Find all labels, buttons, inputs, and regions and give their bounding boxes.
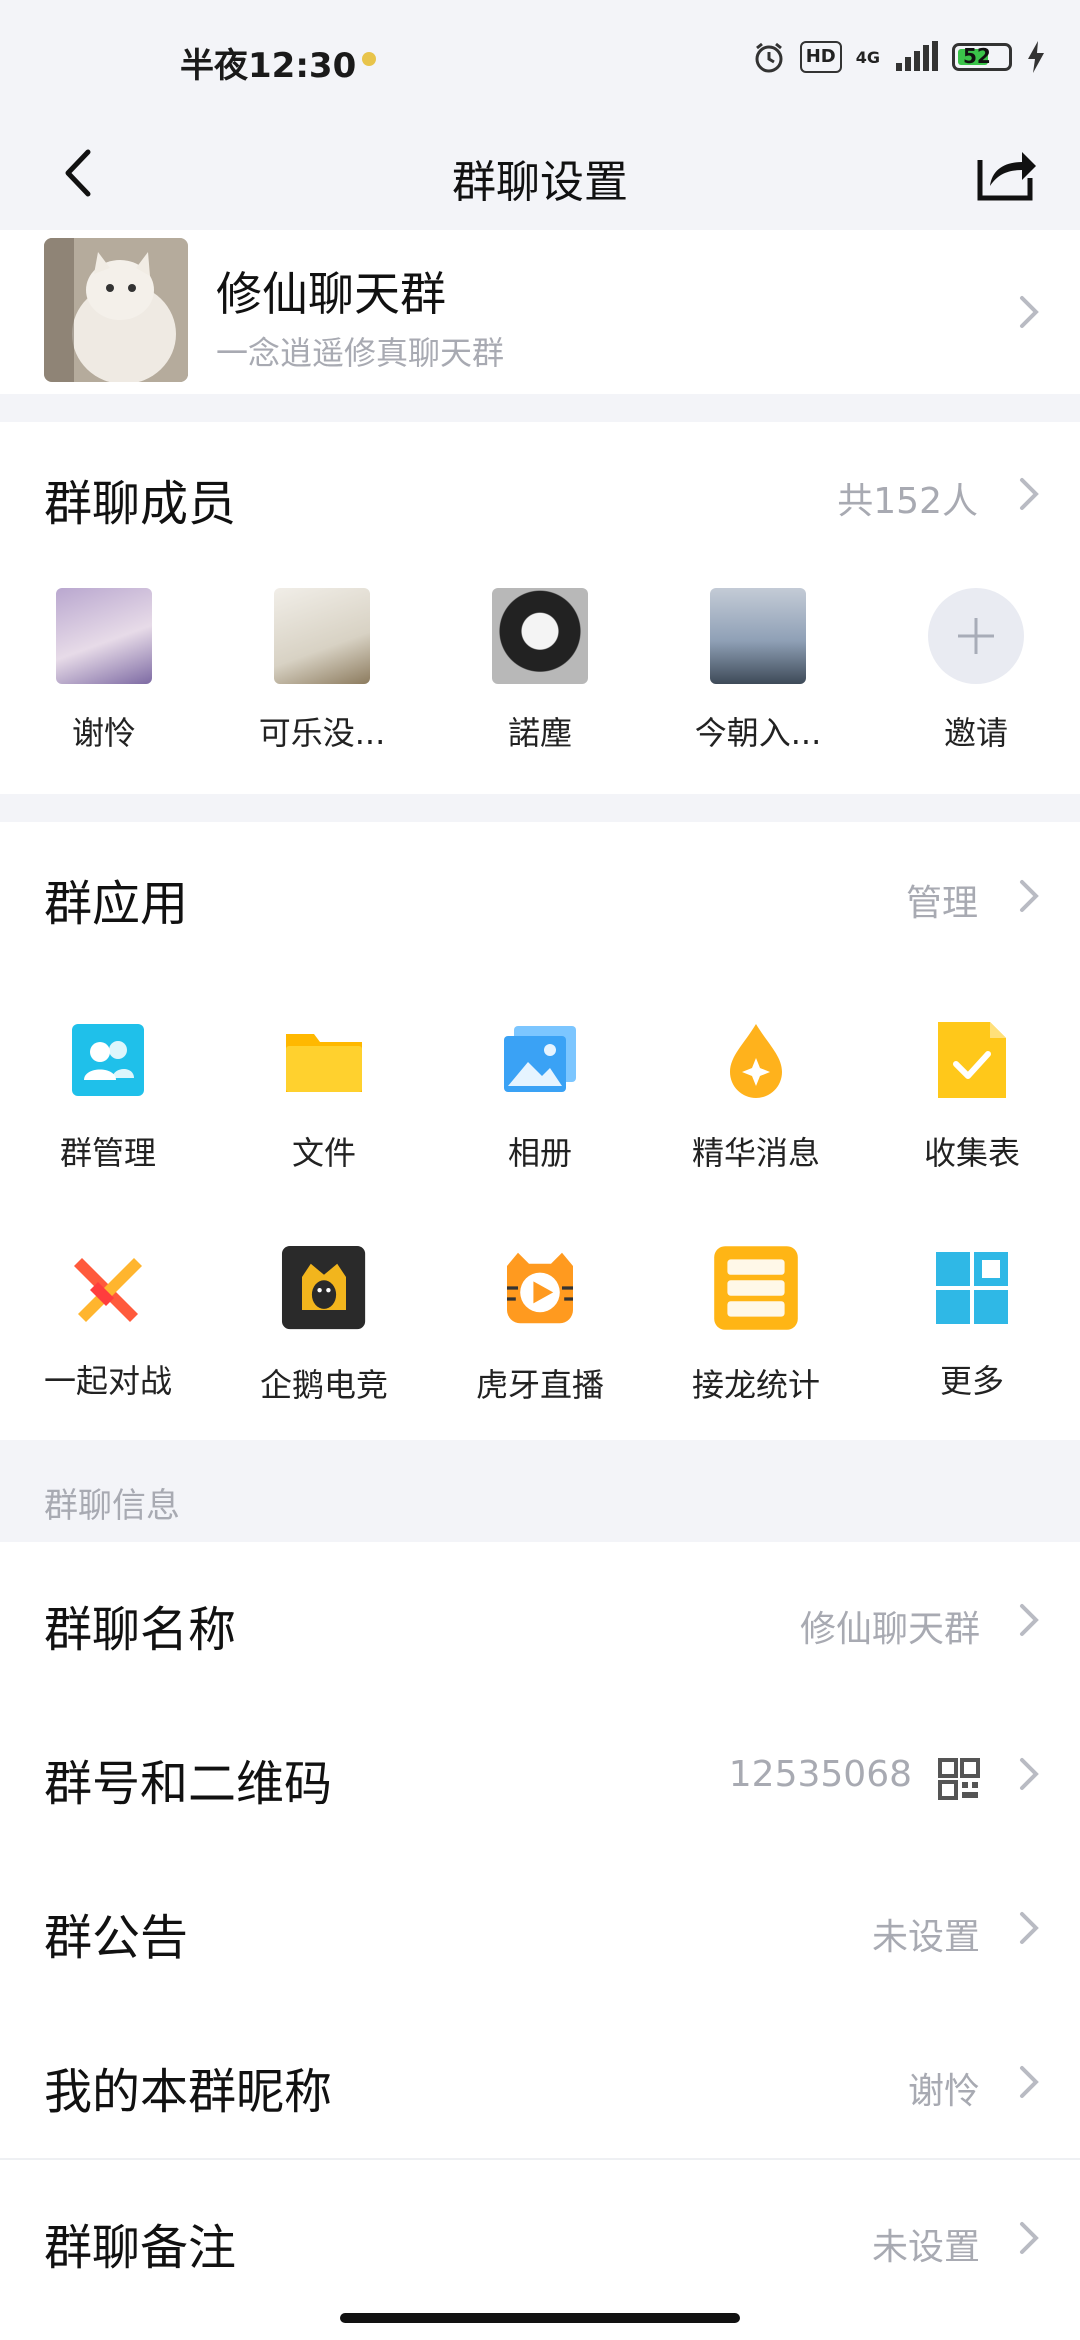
battle-icon [74, 1258, 142, 1322]
collect-form-icon [938, 1022, 1006, 1098]
row-value: 未设置 [871, 2227, 980, 2268]
info-section: 群聊名称 修仙聊天群 群号和二维码 12535068 群公告 未设置 我的本群昵… [0, 1542, 1080, 2340]
app-album[interactable]: 相册 [440, 1020, 640, 1174]
app-huya-live[interactable]: 虎牙直播 [440, 1248, 640, 1406]
signal-icon [896, 41, 938, 71]
network-label: 4G [855, 47, 880, 67]
chevron-right-icon [1020, 1604, 1039, 1636]
group-avatar [44, 238, 188, 382]
more-grid-icon [936, 1252, 1008, 1324]
chevron-right-icon [1020, 296, 1039, 328]
invite-label: 邀请 [943, 714, 1008, 752]
member-avatar [274, 588, 370, 684]
qr-code-icon[interactable] [938, 1758, 980, 1800]
member-count[interactable]: 共152人 [837, 472, 978, 524]
row-value: 修仙聊天群 [799, 1609, 980, 1650]
status-bar: 半夜12:30 HD 4G 52 [0, 0, 1080, 120]
app-label: 文件 [291, 1134, 356, 1172]
chevron-right-icon[interactable] [1018, 476, 1040, 512]
member-item[interactable]: 可乐没... [232, 588, 412, 754]
row-value: 谢怜 [907, 2071, 980, 2112]
member-item[interactable]: 谢怜 [14, 588, 194, 754]
app-label: 一起对战 [43, 1362, 172, 1400]
cat-photo-icon [44, 238, 188, 382]
member-item[interactable]: 諾塵 [450, 588, 630, 754]
member-name: 諾塵 [507, 714, 572, 752]
app-penguin-esports[interactable]: 企鹅电竞 [224, 1245, 424, 1406]
apps-manage-link[interactable]: 管理 [906, 874, 978, 926]
row-label: 群公告 [44, 1910, 189, 1966]
penguin-esports-icon [281, 1245, 366, 1330]
battery-level: 52 [963, 44, 991, 68]
app-essence[interactable]: 精华消息 [656, 1020, 856, 1174]
apps-section: 群应用 管理 群管理 文件 相册 精华消息 收集表 一起对战 企鹅电竞 虎牙直播… [0, 822, 1080, 1440]
hd-badge: HD [799, 41, 842, 73]
app-label: 精华消息 [691, 1134, 820, 1172]
chevron-right-icon [1020, 2222, 1039, 2254]
row-group-number-qr[interactable]: 群号和二维码 12535068 [0, 1696, 1080, 1850]
battery-icon: 52 [952, 43, 1012, 71]
chevron-right-icon [1020, 2066, 1039, 2098]
app-label: 更多 [939, 1362, 1004, 1400]
app-group-manage[interactable]: 群管理 [8, 1020, 208, 1174]
row-value: 未设置 [871, 1917, 980, 1958]
folder-icon [286, 1034, 362, 1092]
member-avatar [710, 588, 806, 684]
app-label: 接龙统计 [691, 1366, 820, 1404]
status-icons: HD 4G 52 [752, 40, 1046, 74]
row-label: 群聊备注 [44, 2220, 237, 2276]
member-avatar [492, 588, 588, 684]
share-icon[interactable] [968, 136, 1040, 208]
huya-live-icon [507, 1252, 573, 1324]
charging-icon [1028, 41, 1044, 73]
essence-drop-icon [730, 1024, 782, 1098]
app-label: 企鹅电竞 [259, 1366, 388, 1404]
plus-icon [928, 588, 1024, 684]
row-group-remark[interactable]: 群聊备注 未设置 [0, 2160, 1080, 2314]
member-name: 今朝入... [694, 714, 822, 752]
app-label: 收集表 [923, 1134, 1020, 1172]
member-item[interactable]: 今朝入... [668, 588, 848, 754]
group-name: 修仙聊天群 [216, 267, 446, 321]
notification-dot-icon [362, 52, 376, 66]
group-description: 一念逍遥修真聊天群 [216, 334, 505, 372]
app-files[interactable]: 文件 [224, 1020, 424, 1174]
app-collect-form[interactable]: 收集表 [872, 1020, 1072, 1174]
members-title: 群聊成员 [44, 476, 237, 532]
chevron-right-icon [1020, 1912, 1039, 1944]
app-more[interactable]: 更多 [872, 1248, 1072, 1402]
row-value: 12535068 [728, 1754, 912, 1795]
member-name: 可乐没... [258, 714, 386, 752]
row-label: 群号和二维码 [44, 1756, 333, 1812]
status-time: 半夜12:30 [180, 46, 357, 86]
app-label: 相册 [507, 1134, 572, 1172]
row-my-nickname[interactable]: 我的本群昵称 谢怜 [0, 2004, 1080, 2158]
apps-title: 群应用 [44, 876, 189, 932]
invite-button[interactable]: 邀请 [886, 588, 1066, 754]
alarm-icon [755, 42, 783, 73]
nav-bar: 群聊设置 [0, 120, 1080, 230]
app-label: 虎牙直播 [475, 1366, 604, 1404]
row-group-name[interactable]: 群聊名称 修仙聊天群 [0, 1542, 1080, 1696]
home-indicator[interactable] [340, 2313, 740, 2323]
album-icon [504, 1026, 576, 1092]
chevron-right-icon[interactable] [1018, 878, 1040, 914]
members-section: 群聊成员 共152人 谢怜 可乐没... 諾塵 今朝入... 邀请 [0, 422, 1080, 794]
info-section-label: 群聊信息 [44, 1486, 180, 1526]
page-title: 群聊设置 [452, 157, 628, 208]
chevron-right-icon [1020, 1758, 1039, 1790]
group-manage-icon [72, 1024, 144, 1096]
app-battle[interactable]: 一起对战 [8, 1248, 208, 1402]
row-label: 群聊名称 [44, 1602, 237, 1658]
app-label: 群管理 [59, 1134, 156, 1172]
chain-stats-icon [714, 1246, 798, 1330]
group-header[interactable]: 修仙聊天群 一念逍遥修真聊天群 [0, 230, 1080, 394]
row-announcement[interactable]: 群公告 未设置 [0, 1850, 1080, 2004]
member-avatar [56, 588, 152, 684]
row-label: 我的本群昵称 [44, 2064, 333, 2120]
member-name: 谢怜 [71, 714, 136, 752]
app-chain-stats[interactable]: 接龙统计 [656, 1246, 856, 1406]
